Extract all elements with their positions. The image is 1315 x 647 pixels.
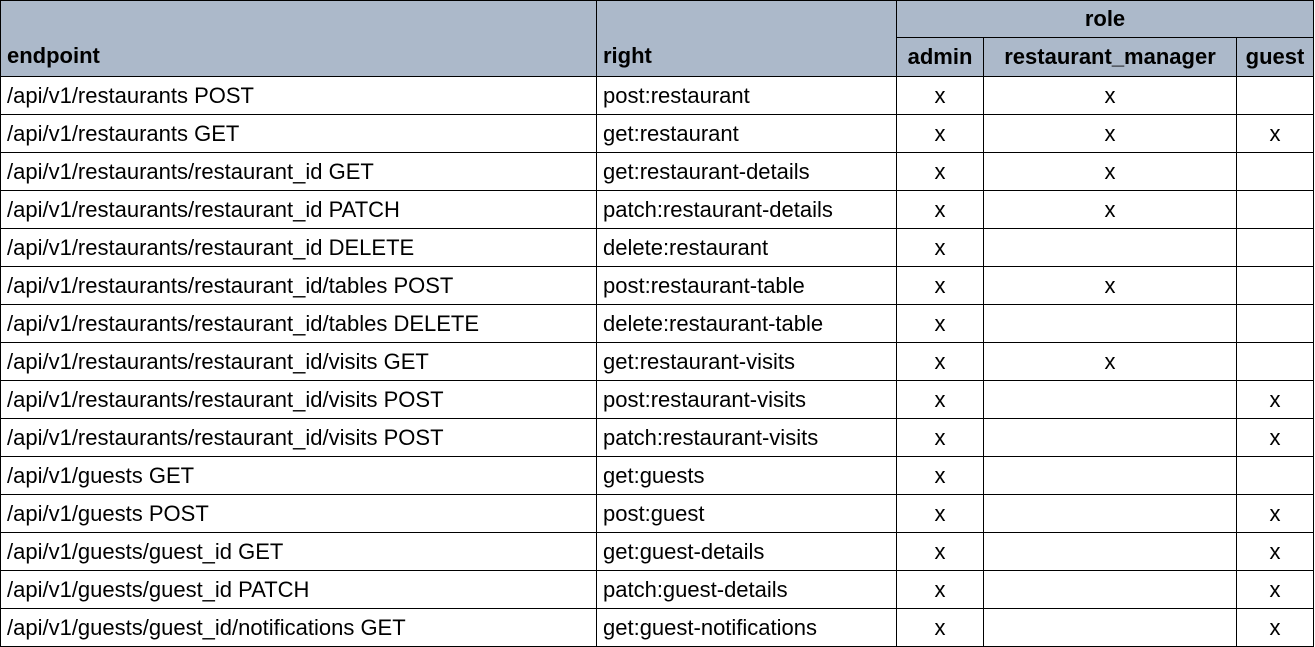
restaurant-manager-mark-cell[interactable]: x [983,114,1237,153]
table-row: /api/v1/guests POST post:guest x x [0,494,1314,533]
admin-header[interactable]: admin [896,37,984,77]
right-cell[interactable]: patch:guest-details [596,570,897,609]
endpoint-cell[interactable]: /api/v1/restaurants POST [0,76,597,115]
restaurant-manager-mark-cell[interactable] [983,304,1237,343]
table-row: /api/v1/restaurants/restaurant_id/visits… [0,380,1314,419]
right-cell[interactable]: post:restaurant [596,76,897,115]
table-row: /api/v1/restaurants/restaurant_id DELETE… [0,228,1314,267]
endpoint-cell[interactable]: /api/v1/restaurants/restaurant_id/visits… [0,380,597,419]
restaurant-manager-mark-cell[interactable] [983,228,1237,267]
endpoint-cell[interactable]: /api/v1/guests GET [0,456,597,495]
right-cell[interactable]: get:restaurant [596,114,897,153]
restaurant-manager-mark-cell[interactable] [983,532,1237,571]
guest-mark-cell[interactable]: x [1236,570,1314,609]
restaurant-manager-mark-cell[interactable]: x [983,76,1237,115]
guest-mark-cell[interactable]: x [1236,494,1314,533]
right-cell[interactable]: patch:restaurant-visits [596,418,897,457]
restaurant-manager-mark-cell[interactable] [983,608,1237,647]
admin-mark-cell[interactable]: x [896,494,984,533]
guest-mark-cell[interactable] [1236,76,1314,115]
endpoint-cell[interactable]: /api/v1/restaurants/restaurant_id/tables… [0,266,597,305]
guest-header[interactable]: guest [1236,37,1314,77]
endpoint-cell[interactable]: /api/v1/restaurants/restaurant_id/tables… [0,304,597,343]
endpoint-header[interactable]: endpoint [0,0,597,77]
table-row: /api/v1/guests/guest_id GET get:guest-det… [0,532,1314,571]
admin-mark-cell[interactable]: x [896,380,984,419]
right-cell[interactable]: patch:restaurant-details [596,190,897,229]
restaurant-manager-mark-cell[interactable]: x [983,266,1237,305]
endpoint-cell[interactable]: /api/v1/guests POST [0,494,597,533]
endpoint-cell[interactable]: /api/v1/guests/guest_id PATCH [0,570,597,609]
role-group-header[interactable]: role [896,0,1314,38]
endpoint-cell[interactable]: /api/v1/guests/guest_id GET [0,532,597,571]
admin-mark-cell[interactable]: x [896,342,984,381]
endpoint-cell[interactable]: /api/v1/restaurants/restaurant_id DELETE [0,228,597,267]
restaurant-manager-mark-cell[interactable] [983,494,1237,533]
guest-mark-cell[interactable] [1236,152,1314,191]
endpoint-cell[interactable]: /api/v1/restaurants GET [0,114,597,153]
table-row: /api/v1/restaurants/restaurant_id PATCH p… [0,190,1314,229]
table-row: /api/v1/guests/guest_id/notifications GE… [0,608,1314,647]
right-cell[interactable]: post:restaurant-table [596,266,897,305]
table-row: /api/v1/restaurants/restaurant_id/visits… [0,418,1314,457]
admin-mark-cell[interactable]: x [896,456,984,495]
right-cell[interactable]: get:guests [596,456,897,495]
right-cell[interactable]: get:guest-notifications [596,608,897,647]
right-cell[interactable]: get:guest-details [596,532,897,571]
endpoint-cell[interactable]: /api/v1/restaurants/restaurant_id/visits… [0,342,597,381]
table-row: /api/v1/restaurants GET get:restaurant x x x [0,114,1314,153]
right-cell[interactable]: post:guest [596,494,897,533]
admin-mark-cell[interactable]: x [896,152,984,191]
right-cell[interactable]: delete:restaurant-table [596,304,897,343]
guest-mark-cell[interactable] [1236,228,1314,267]
admin-mark-cell[interactable]: x [896,570,984,609]
endpoint-cell[interactable]: /api/v1/restaurants/restaurant_id GET [0,152,597,191]
right-cell[interactable]: delete:restaurant [596,228,897,267]
right-header[interactable]: right [596,0,897,77]
right-cell[interactable]: post:restaurant-visits [596,380,897,419]
right-cell[interactable]: get:restaurant-visits [596,342,897,381]
guest-mark-cell[interactable] [1236,190,1314,229]
guest-mark-cell[interactable]: x [1236,532,1314,571]
header-row-group: endpoint right role [0,0,1314,77]
restaurant-manager-mark-cell[interactable]: x [983,152,1237,191]
restaurant-manager-mark-cell[interactable] [983,456,1237,495]
guest-mark-cell[interactable]: x [1236,418,1314,457]
restaurant-manager-mark-cell[interactable] [983,380,1237,419]
endpoint-cell[interactable]: /api/v1/guests/guest_id/notifications GE… [0,608,597,647]
table-row: /api/v1/restaurants POST post:restaurant x… [0,76,1314,115]
admin-mark-cell[interactable]: x [896,608,984,647]
guest-mark-cell[interactable]: x [1236,380,1314,419]
admin-mark-cell[interactable]: x [896,418,984,457]
table-row: /api/v1/restaurants/restaurant_id/tables… [0,304,1314,343]
table-row: /api/v1/guests/guest_id PATCH patch:guest… [0,570,1314,609]
admin-mark-cell[interactable]: x [896,190,984,229]
endpoint-cell[interactable]: /api/v1/restaurants/restaurant_id/visits… [0,418,597,457]
admin-mark-cell[interactable]: x [896,532,984,571]
admin-mark-cell[interactable]: x [896,114,984,153]
restaurant-manager-mark-cell[interactable]: x [983,190,1237,229]
admin-mark-cell[interactable]: x [896,266,984,305]
admin-mark-cell[interactable]: x [896,228,984,267]
table-body: /api/v1/restaurants POST post:restaurant x… [0,76,1314,647]
endpoint-cell[interactable]: /api/v1/restaurants/restaurant_id PATCH [0,190,597,229]
guest-mark-cell[interactable]: x [1236,114,1314,153]
table-row: /api/v1/restaurants/restaurant_id GET get… [0,152,1314,191]
right-cell[interactable]: get:restaurant-details [596,152,897,191]
guest-mark-cell[interactable] [1236,304,1314,343]
restaurant-manager-mark-cell[interactable]: x [983,342,1237,381]
guest-mark-cell[interactable] [1236,456,1314,495]
permissions-table: endpoint right role admin restaurant_man… [0,0,1314,647]
table-row: /api/v1/guests GET get:guests x [0,456,1314,495]
admin-mark-cell[interactable]: x [896,304,984,343]
table-row: /api/v1/restaurants/restaurant_id/tables… [0,266,1314,305]
table-row: /api/v1/restaurants/restaurant_id/visits… [0,342,1314,381]
admin-mark-cell[interactable]: x [896,76,984,115]
restaurant-manager-mark-cell[interactable] [983,418,1237,457]
restaurant-manager-header[interactable]: restaurant_manager [983,37,1237,77]
restaurant-manager-mark-cell[interactable] [983,570,1237,609]
guest-mark-cell[interactable] [1236,342,1314,381]
guest-mark-cell[interactable]: x [1236,608,1314,647]
guest-mark-cell[interactable] [1236,266,1314,305]
